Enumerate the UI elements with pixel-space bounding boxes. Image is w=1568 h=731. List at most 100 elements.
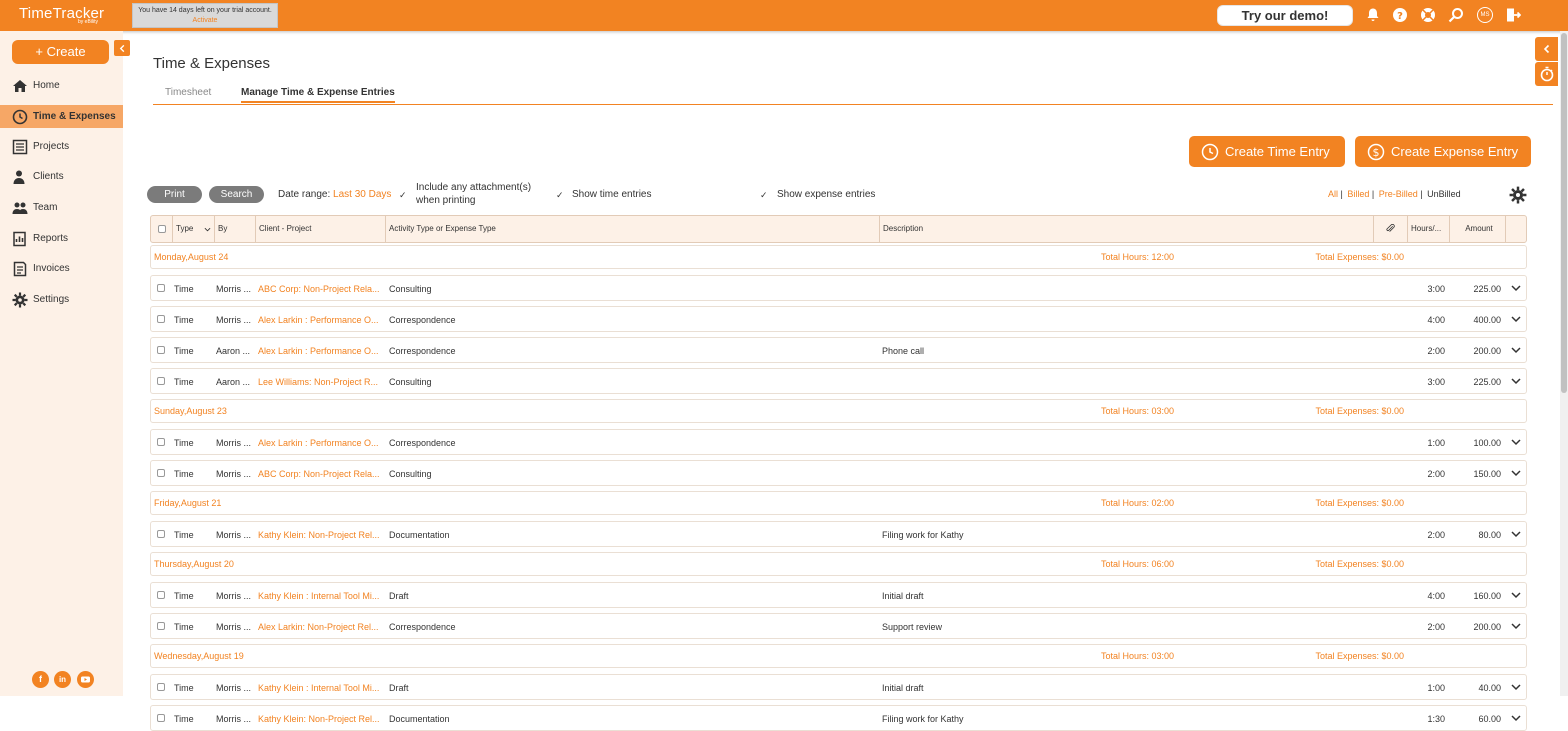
include-attachments-checkbox[interactable]: ✓: [399, 190, 409, 200]
collapse-right-panel-button[interactable]: [1535, 37, 1558, 61]
chevron-down-icon[interactable]: [1510, 467, 1522, 479]
chevron-down-icon[interactable]: [1510, 313, 1522, 325]
create-button[interactable]: + Create: [12, 40, 109, 64]
type-cell: Time: [174, 438, 194, 448]
client-project-link[interactable]: Alex Larkin : Performance O...: [258, 438, 380, 448]
chevron-down-icon[interactable]: [1510, 344, 1522, 356]
row-checkbox[interactable]: [157, 469, 165, 477]
show-expense-checkbox[interactable]: ✓: [760, 190, 770, 200]
table-row[interactable]: Time Morris ... Kathy Klein : Internal Too…: [150, 582, 1527, 608]
logout-icon[interactable]: [1504, 6, 1522, 24]
row-checkbox[interactable]: [157, 346, 165, 354]
row-checkbox[interactable]: [157, 622, 165, 630]
sidebar-item-clients[interactable]: Clients: [0, 165, 123, 188]
date-range-value[interactable]: Last 30 Days: [333, 189, 391, 200]
youtube-icon[interactable]: [77, 671, 94, 688]
billing-prebilled-link[interactable]: Pre-Billed: [1379, 189, 1418, 199]
client-project-link[interactable]: Alex Larkin: Non-Project Rel...: [258, 622, 380, 632]
sidebar-item-home[interactable]: Home: [0, 74, 123, 97]
create-time-entry-button[interactable]: Create Time Entry: [1189, 136, 1345, 167]
client-project-link[interactable]: Alex Larkin : Performance O...: [258, 315, 380, 325]
sidebar-item-projects[interactable]: Projects: [0, 135, 123, 158]
try-demo-button[interactable]: Try our demo!: [1217, 5, 1353, 26]
search-icon[interactable]: [1447, 6, 1465, 24]
client-project-link[interactable]: Kathy Klein: Non-Project Rel...: [258, 530, 380, 540]
header-client-project[interactable]: Client - Project: [256, 216, 386, 242]
row-checkbox[interactable]: [157, 591, 165, 599]
select-all-checkbox[interactable]: [158, 225, 166, 233]
sidebar-item-settings[interactable]: Settings: [0, 288, 123, 311]
show-time-checkbox[interactable]: ✓: [556, 190, 566, 200]
table-row[interactable]: Time Morris ... Alex Larkin : Performance …: [150, 429, 1527, 455]
hours-cell: 3:00: [1427, 284, 1445, 294]
header-by[interactable]: By: [215, 216, 256, 242]
client-project-link[interactable]: Kathy Klein: Non-Project Rel...: [258, 714, 380, 724]
chevron-down-icon[interactable]: [1510, 620, 1522, 632]
row-checkbox[interactable]: [157, 530, 165, 538]
chevron-down-icon[interactable]: [1510, 712, 1522, 724]
table-row[interactable]: Time Morris ... Kathy Klein: Non-Project R…: [150, 521, 1527, 547]
client-project-link[interactable]: Lee Williams: Non-Project R...: [258, 377, 380, 387]
row-checkbox[interactable]: [157, 683, 165, 691]
help-icon[interactable]: ?: [1391, 6, 1409, 24]
sidebar-item-team[interactable]: Team: [0, 196, 123, 219]
facebook-icon[interactable]: f: [32, 671, 49, 688]
header-hours[interactable]: Hours/...: [1408, 216, 1450, 242]
gear-icon[interactable]: [1509, 186, 1527, 204]
header-type[interactable]: Type: [173, 216, 215, 242]
row-checkbox[interactable]: [157, 438, 165, 446]
activity-cell: Draft: [389, 591, 409, 601]
tab-timesheet[interactable]: Timesheet: [165, 87, 211, 98]
table-row[interactable]: Time Morris ... ABC Corp: Non-Project Rela…: [150, 460, 1527, 486]
table-row[interactable]: Time Aaron ... Alex Larkin : Performance O…: [150, 337, 1527, 363]
client-project-link[interactable]: ABC Corp: Non-Project Rela...: [258, 469, 380, 479]
sidebar-item-invoices[interactable]: Invoices: [0, 257, 123, 280]
chevron-down-icon[interactable]: [1510, 681, 1522, 693]
billing-all-link[interactable]: All: [1328, 189, 1338, 199]
bell-icon[interactable]: [1364, 6, 1382, 24]
support-icon[interactable]: [1419, 6, 1437, 24]
header-description[interactable]: Description: [880, 216, 1374, 242]
search-button[interactable]: Search: [209, 186, 264, 203]
table-row[interactable]: Time Aaron ... Lee Williams: Non-Project R…: [150, 368, 1527, 394]
sidebar-item-reports[interactable]: Reports: [0, 227, 123, 250]
client-project-link[interactable]: Kathy Klein : Internal Tool Mi...: [258, 591, 380, 601]
header-activity[interactable]: Activity Type or Expense Type: [386, 216, 880, 242]
client-project-link[interactable]: ABC Corp: Non-Project Rela...: [258, 284, 380, 294]
row-checkbox[interactable]: [157, 315, 165, 323]
billing-unbilled-link[interactable]: UnBilled: [1427, 189, 1461, 199]
chevron-down-icon[interactable]: [1510, 282, 1522, 294]
date-range-filter[interactable]: Date range: Last 30 Days: [278, 189, 391, 200]
date-group-header: Wednesday,August 19 Total Hours: 03:00 Tot…: [150, 644, 1527, 668]
billing-billed-link[interactable]: Billed: [1347, 189, 1369, 199]
amount-cell: 40.00: [1478, 683, 1501, 693]
row-checkbox[interactable]: [157, 284, 165, 292]
scrollbar-thumb[interactable]: [1561, 33, 1567, 393]
activate-link[interactable]: Activate: [133, 17, 277, 24]
client-project-link[interactable]: Alex Larkin : Performance O...: [258, 346, 380, 356]
sidebar-item-time-expenses[interactable]: Time & Expenses: [0, 105, 123, 128]
page-title: Time & Expenses: [153, 55, 270, 72]
row-checkbox[interactable]: [157, 714, 165, 722]
projects-icon: [12, 139, 28, 154]
table-row[interactable]: Time Morris ... Kathy Klein: Non-Project R…: [150, 705, 1527, 731]
chevron-down-icon[interactable]: [1510, 436, 1522, 448]
print-button[interactable]: Print: [147, 186, 202, 203]
chevron-down-icon[interactable]: [1510, 375, 1522, 387]
linkedin-icon[interactable]: in: [54, 671, 71, 688]
collapse-sidebar-button[interactable]: [114, 40, 130, 56]
table-row[interactable]: Time Morris ... Kathy Klein : Internal Too…: [150, 674, 1527, 700]
user-avatar[interactable]: MS: [1477, 7, 1493, 23]
table-row[interactable]: Time Morris ... ABC Corp: Non-Project Rela…: [150, 275, 1527, 301]
timer-button[interactable]: [1535, 62, 1558, 86]
create-expense-entry-button[interactable]: $ Create Expense Entry: [1355, 136, 1531, 167]
chevron-down-icon[interactable]: [1510, 589, 1522, 601]
chevron-down-icon[interactable]: [1510, 528, 1522, 540]
table-row[interactable]: Time Morris ... Alex Larkin: Non-Project R…: [150, 613, 1527, 639]
header-attachment[interactable]: [1374, 216, 1408, 242]
row-checkbox[interactable]: [157, 377, 165, 385]
tab-manage-entries[interactable]: Manage Time & Expense Entries: [241, 87, 395, 103]
header-amount[interactable]: Amount: [1450, 216, 1506, 242]
client-project-link[interactable]: Kathy Klein : Internal Tool Mi...: [258, 683, 380, 693]
table-row[interactable]: Time Morris ... Alex Larkin : Performance …: [150, 306, 1527, 332]
